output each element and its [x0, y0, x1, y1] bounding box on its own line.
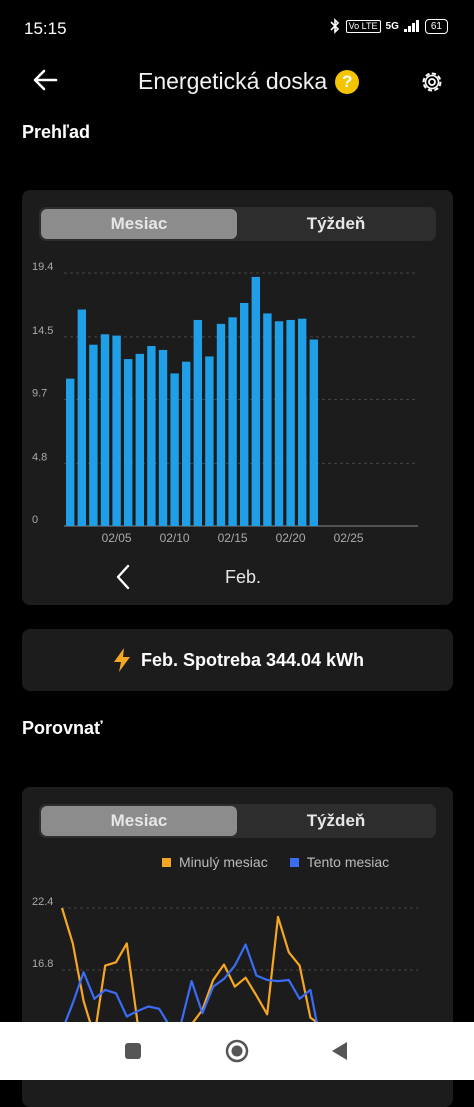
daily-consumption-bar-chart: 0 4.8 9.7 14.5 19.4 02/05 02/10 02/15 02/20 02/25: [32, 261, 418, 545]
overview-period-toggle: Mesiac Týždeň: [39, 207, 436, 241]
compare-section-title: Porovnať: [22, 718, 103, 738]
overview-card: Mesiac Týždeň 0 4.8 9.7 14.5 19.4 02/05 02/10 0…: [22, 190, 453, 605]
home-icon[interactable]: [224, 1038, 250, 1064]
tab-month[interactable]: Mesiac: [41, 209, 237, 239]
bar: [100, 334, 110, 526]
battery-indicator: 61: [424, 18, 448, 34]
x-tick-label: 02/20: [276, 531, 306, 545]
bar: [147, 346, 156, 526]
tab-month[interactable]: Mesiac: [41, 806, 237, 836]
chevron-left-icon[interactable]: [112, 562, 136, 592]
help-icon[interactable]: ?: [335, 69, 360, 94]
bluetooth-icon: [330, 18, 339, 34]
page-title: Energetická doska: [138, 68, 328, 94]
y-tick-label: 22.4: [32, 896, 53, 908]
overview-section-title: Prehľad: [22, 122, 90, 142]
x-tick-label: 02/05: [102, 531, 132, 545]
x-tick-label: 02/15: [218, 531, 248, 545]
status-bar: 15:15 Vo LTE 5G 61: [0, 0, 474, 56]
back-nav-icon[interactable]: [330, 1041, 348, 1061]
signal-icon: [403, 20, 419, 32]
y-tick-label: 16.8: [32, 958, 53, 970]
legend-swatch-last: [162, 857, 171, 867]
y-tick-label: 19.4: [32, 261, 53, 273]
bar: [193, 319, 202, 526]
compare-period-toggle: Mesiac Týždeň: [39, 804, 436, 838]
bar: [124, 359, 133, 526]
bar: [112, 335, 121, 526]
bar: [274, 321, 284, 526]
gear-icon[interactable]: [418, 68, 446, 96]
network-label: 5G: [385, 20, 399, 32]
bar: [216, 323, 226, 526]
bar: [77, 309, 86, 526]
status-icons: Vo LTE 5G 61: [329, 18, 448, 34]
bar: [251, 276, 260, 526]
bar: [240, 302, 249, 526]
lightning-icon: [113, 648, 130, 672]
legend-this-month: Tento mesiac: [289, 854, 390, 870]
app-header: Energetická doska ?: [0, 56, 474, 108]
volte-badge: Vo LTE: [345, 19, 381, 33]
tab-week[interactable]: Týždeň: [238, 806, 434, 836]
legend-last-month: Minulý mesiac: [162, 854, 268, 870]
bar: [135, 353, 144, 526]
bar: [286, 319, 295, 526]
bar: [158, 349, 168, 526]
y-tick-label: 4.8: [32, 451, 47, 463]
title-group: Energetická doska ?: [138, 68, 360, 95]
bar: [66, 378, 75, 526]
system-navigation-bar: [0, 1022, 474, 1080]
bar: [89, 344, 98, 526]
y-tick-label: 14.5: [32, 325, 53, 337]
consumption-text: Feb. Spotreba 344.04 kWh: [140, 649, 365, 670]
back-arrow-icon[interactable]: [30, 64, 62, 96]
bar: [228, 317, 237, 526]
legend-label-last: Minulý mesiac: [179, 854, 268, 870]
bar: [170, 373, 179, 526]
x-tick-label: 02/25: [334, 531, 364, 545]
x-tick-label: 02/10: [160, 531, 190, 545]
consumption-summary: Feb. Spotreba 344.04 kWh: [22, 629, 453, 691]
legend-swatch-current: [289, 857, 299, 867]
period-label: Feb.: [225, 567, 262, 587]
status-time: 15:15: [24, 19, 67, 38]
y-tick-label: 9.7: [32, 388, 47, 400]
bar: [182, 361, 191, 526]
bar: [205, 356, 214, 526]
legend-label-current: Tento mesiac: [306, 854, 390, 870]
bar: [309, 339, 318, 526]
bar: [298, 318, 307, 526]
recent-apps-icon[interactable]: [124, 1042, 142, 1060]
chart-legend: Minulý mesiac Tento mesiac: [162, 854, 389, 870]
tab-week[interactable]: Týždeň: [238, 209, 434, 239]
series-line-last-month: [60, 907, 333, 1038]
y-tick-label: 0: [32, 514, 38, 526]
bar: [263, 313, 272, 526]
